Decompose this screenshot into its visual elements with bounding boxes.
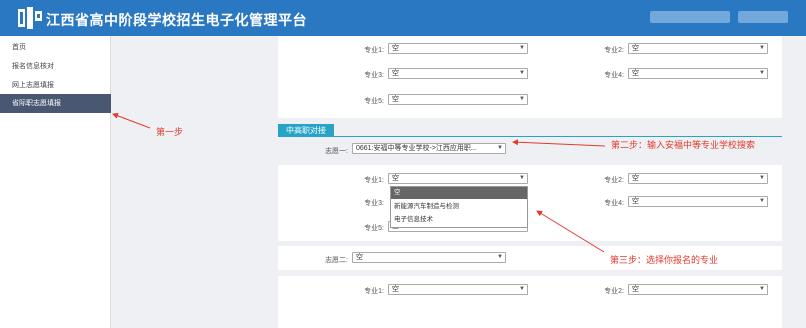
annotation-step2: 第二步：输入安福中等专业学校搜索: [611, 140, 756, 150]
annotation-arrows: [112, 112, 606, 253]
annotation-step3: 第三步：选择你报名的专业: [610, 255, 719, 265]
step3-arrow: [536, 210, 605, 253]
step2-arrow: [512, 139, 606, 147]
annotation-step1: 第一步: [156, 127, 184, 137]
step1-arrow: [112, 112, 151, 129]
